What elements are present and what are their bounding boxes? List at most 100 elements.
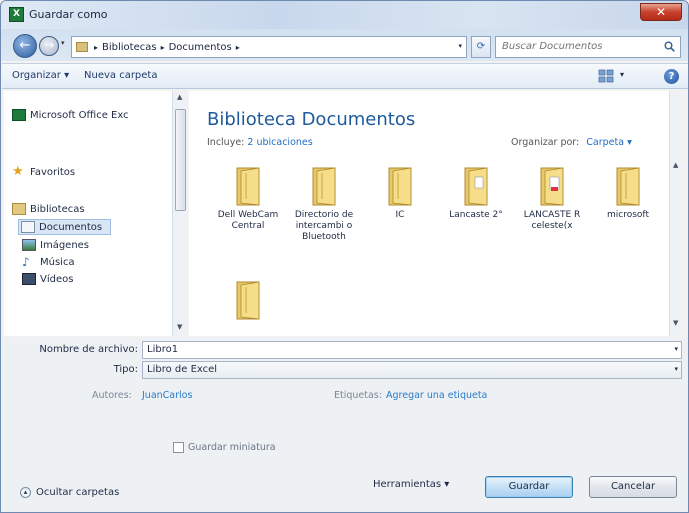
folder-icon bbox=[236, 167, 260, 206]
search-input[interactable] bbox=[502, 41, 652, 52]
sidebar-item-label: Vídeos bbox=[40, 273, 74, 285]
close-icon: ✕ bbox=[655, 5, 667, 19]
command-toolbar: Organizar ▾ Nueva carpeta ▾ ? bbox=[2, 63, 688, 89]
arrange-by-dropdown[interactable]: Carpeta ▾ bbox=[586, 137, 632, 148]
cancel-button[interactable]: Cancelar bbox=[589, 476, 677, 498]
nav-scrollbar[interactable]: ▲ ▼ bbox=[172, 91, 187, 336]
scroll-down-icon[interactable]: ▼ bbox=[673, 319, 678, 327]
file-type-value: Libro de Excel bbox=[147, 364, 218, 375]
file-list-pane: Biblioteca Documentos Incluye: 2 ubicaci… bbox=[189, 91, 683, 336]
excel-icon bbox=[12, 109, 26, 121]
save-as-dialog: X Guardar como ✕ ← → ▾ ▸ Bibliotecas ▸ D… bbox=[0, 0, 689, 513]
folder-name: IC bbox=[395, 210, 405, 220]
sidebar-item-bibliotecas[interactable]: Bibliotecas bbox=[12, 203, 85, 215]
help-icon[interactable]: ? bbox=[664, 69, 679, 84]
sidebar-item-office[interactable]: Microsoft Office Exc bbox=[12, 109, 129, 121]
scroll-thumb[interactable] bbox=[175, 109, 186, 211]
folder-item[interactable] bbox=[213, 279, 283, 324]
sidebar-item-label: Microsoft Office Exc bbox=[30, 109, 129, 121]
back-arrow-icon: ← bbox=[19, 38, 31, 53]
breadcrumb-separator-icon: ▸ bbox=[235, 42, 240, 52]
sidebar-item-label: Favoritos bbox=[30, 166, 76, 178]
view-dropdown-icon[interactable]: ▾ bbox=[620, 70, 624, 79]
chevron-down-icon[interactable]: ▾ bbox=[674, 345, 678, 353]
folder-item[interactable]: Directorio de intercambi o Bluetooth bbox=[289, 165, 359, 243]
search-icon bbox=[664, 41, 675, 52]
scroll-down-icon[interactable]: ▼ bbox=[177, 323, 182, 331]
save-thumbnail-label: Guardar miniatura bbox=[188, 442, 276, 453]
save-thumbnail-checkbox[interactable] bbox=[173, 442, 184, 453]
refresh-button[interactable]: ⟳ bbox=[471, 36, 491, 58]
breadcrumb-documentos[interactable]: Documentos bbox=[169, 42, 232, 53]
save-details-panel: Nombre de archivo: Libro1 ▾ Tipo: Libro … bbox=[2, 337, 688, 512]
sidebar-item-label: Bibliotecas bbox=[30, 203, 85, 215]
tools-menu[interactable]: Herramientas ▾ bbox=[373, 479, 449, 490]
library-includes: Incluye: 2 ubicaciones bbox=[207, 137, 313, 148]
arrange-by: Organizar por: Carpeta ▾ bbox=[511, 137, 632, 148]
chevron-down-icon[interactable]: ▾ bbox=[458, 42, 462, 50]
folder-icon bbox=[540, 167, 564, 206]
authors-field[interactable]: JuanCarlos bbox=[142, 390, 192, 401]
folder-name: Lancaste 2° bbox=[449, 210, 503, 220]
sidebar-item-label: Documentos bbox=[39, 221, 103, 233]
folder-item[interactable]: Lancaste 2° bbox=[441, 165, 511, 221]
content-scrollbar[interactable]: ▲ ▼ bbox=[669, 91, 683, 336]
folder-name: Directorio de intercambi o Bluetooth bbox=[294, 210, 354, 242]
folder-name: microsoft bbox=[607, 210, 649, 220]
chevron-down-icon[interactable]: ▾ bbox=[674, 365, 678, 373]
folder-item[interactable]: IC bbox=[365, 165, 435, 221]
file-type-select[interactable]: Libro de Excel ▾ bbox=[142, 361, 682, 379]
forward-button[interactable]: → bbox=[39, 36, 59, 56]
breadcrumb-separator-icon: ▸ bbox=[160, 42, 165, 52]
scroll-up-icon[interactable]: ▲ bbox=[673, 161, 678, 169]
sidebar-item-musica[interactable]: ♪ Música bbox=[22, 256, 75, 268]
folder-name: Dell WebCam Central bbox=[217, 210, 279, 231]
view-options-icon[interactable] bbox=[598, 69, 616, 83]
filename-field[interactable]: Libro1 ▾ bbox=[142, 341, 682, 359]
tags-field[interactable]: Agregar una etiqueta bbox=[386, 390, 487, 401]
recent-pages-dropdown[interactable]: ▾ bbox=[61, 39, 65, 47]
documents-icon bbox=[21, 221, 35, 233]
save-button[interactable]: Guardar bbox=[485, 476, 573, 498]
hide-folders-label: Ocultar carpetas bbox=[36, 487, 120, 498]
breadcrumb-bibliotecas[interactable]: Bibliotecas bbox=[102, 42, 157, 53]
sidebar-item-documentos[interactable]: Documentos bbox=[18, 219, 112, 235]
new-folder-button[interactable]: Nueva carpeta bbox=[84, 70, 157, 81]
chevron-up-icon: ▴ bbox=[20, 487, 31, 498]
videos-icon bbox=[22, 273, 36, 285]
libraries-icon bbox=[12, 203, 26, 215]
organize-menu[interactable]: Organizar ▾ bbox=[12, 70, 69, 81]
pictures-icon bbox=[22, 239, 36, 251]
navigation-pane: Microsoft Office Exc ★ Favoritos Bibliot… bbox=[4, 91, 187, 336]
filename-value: Libro1 bbox=[147, 344, 179, 355]
scroll-up-icon[interactable]: ▲ bbox=[177, 93, 182, 101]
folder-icon bbox=[312, 167, 336, 206]
folder-name: LANCASTE R celeste(x bbox=[523, 210, 581, 231]
window-title: Guardar como bbox=[29, 8, 108, 21]
search-box[interactable] bbox=[495, 36, 681, 58]
folder-icon bbox=[464, 167, 488, 206]
folder-item[interactable]: LANCASTE R celeste(x bbox=[517, 165, 587, 232]
star-icon: ★ bbox=[12, 164, 24, 179]
sidebar-item-imagenes[interactable]: Imágenes bbox=[22, 239, 89, 251]
folder-item[interactable]: microsoft bbox=[593, 165, 663, 221]
sidebar-item-label: Imágenes bbox=[40, 239, 90, 251]
music-icon: ♪ bbox=[22, 255, 30, 269]
folder-icon bbox=[388, 167, 412, 206]
forward-arrow-icon: → bbox=[43, 38, 55, 53]
folder-item[interactable]: Dell WebCam Central bbox=[213, 165, 283, 232]
hide-folders-toggle[interactable]: ▴ Ocultar carpetas bbox=[20, 487, 119, 498]
close-button[interactable]: ✕ bbox=[640, 3, 682, 21]
address-bar[interactable]: ▸ Bibliotecas ▸ Documentos ▸ ▾ bbox=[71, 36, 467, 58]
library-title: Biblioteca Documentos bbox=[207, 109, 416, 130]
authors-label: Autores: bbox=[92, 390, 132, 401]
breadcrumb-separator-icon: ▸ bbox=[94, 42, 99, 52]
locations-link[interactable]: 2 ubicaciones bbox=[247, 137, 312, 148]
folder-icon bbox=[616, 167, 640, 206]
excel-icon: X bbox=[9, 7, 24, 22]
sidebar-item-videos[interactable]: Vídeos bbox=[22, 273, 73, 285]
arrange-label: Organizar por: bbox=[511, 137, 580, 148]
title-bar: X Guardar como ✕ bbox=[1, 1, 688, 29]
sidebar-item-favoritos[interactable]: ★ Favoritos bbox=[12, 164, 76, 179]
back-button[interactable]: ← bbox=[13, 34, 37, 58]
